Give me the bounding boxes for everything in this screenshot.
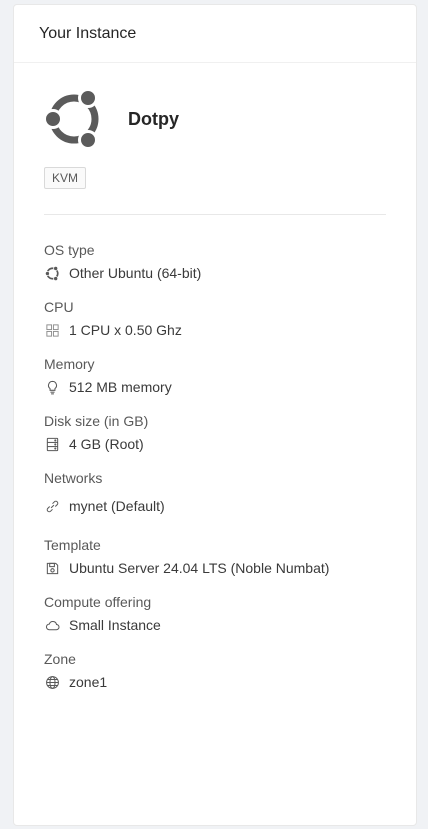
instance-name: Dotpy [128,108,179,129]
cloud-icon [44,617,60,633]
detail-label: OS type [44,242,95,258]
card-header: Your Instance [14,5,416,63]
card-body: Dotpy KVM OS type Other Ubuntu (64-bit) CP… [14,63,416,690]
detail-field: Compute offering Small Instance [44,594,386,633]
cpu-grid-icon [44,322,60,338]
link-icon [44,498,60,514]
detail-value-row: 4 GB (Root) [44,436,386,452]
detail-value-row: zone1 [44,674,386,690]
detail-value: Other Ubuntu (64-bit) [69,265,202,281]
detail-field: Disk size (in GB) 4 GB (Root) [44,413,386,452]
detail-label: Template [44,537,101,553]
divider [44,214,386,215]
detail-value: Ubuntu Server 24.04 LTS (Noble Numbat) [69,560,330,576]
ubuntu-logo-icon [44,89,99,149]
save-icon [44,560,60,576]
detail-value: 512 MB memory [69,379,172,395]
detail-value: mynet (Default) [69,498,165,514]
detail-value-row: mynet (Default) [44,498,386,514]
detail-value: 4 GB (Root) [69,436,144,452]
detail-field: Memory 512 MB memory [44,356,386,395]
ubuntu-icon [44,265,60,281]
detail-field: CPU 1 CPU x 0.50 Ghz [44,299,386,338]
detail-field: OS type Other Ubuntu (64-bit) [44,242,386,281]
detail-value-row: 1 CPU x 0.50 Ghz [44,322,386,338]
detail-value-row: Other Ubuntu (64-bit) [44,265,386,281]
detail-value: zone1 [69,674,108,690]
detail-field: Zone zone1 [44,651,386,690]
detail-field: Networks mynet (Default) [44,470,386,514]
detail-label: Memory [44,356,95,372]
detail-value: Small Instance [69,617,161,633]
detail-value-row: Small Instance [44,617,386,633]
hypervisor-tag: KVM [44,167,87,189]
detail-label: Disk size (in GB) [44,413,149,429]
instance-card: Your Instance Dotpy KVM OS type Other Ubu… [13,4,417,826]
detail-label: Compute offering [44,594,152,610]
detail-value-row: Ubuntu Server 24.04 LTS (Noble Numbat) [44,560,386,576]
detail-label: Zone [44,651,76,667]
detail-field: Template Ubuntu Server 24.04 LTS (Noble N… [44,537,386,576]
card-title: Your Instance [39,24,137,42]
detail-value-row: 512 MB memory [44,379,386,395]
instance-header: Dotpy [44,89,386,149]
detail-label: CPU [44,299,74,315]
detail-value: 1 CPU x 0.50 Ghz [69,322,182,338]
bulb-icon [44,379,60,395]
hdd-icon [44,436,60,452]
detail-label: Networks [44,470,103,486]
globe-icon [44,674,60,690]
details-list: OS type Other Ubuntu (64-bit) CPU 1 CPU x 0… [44,242,386,690]
